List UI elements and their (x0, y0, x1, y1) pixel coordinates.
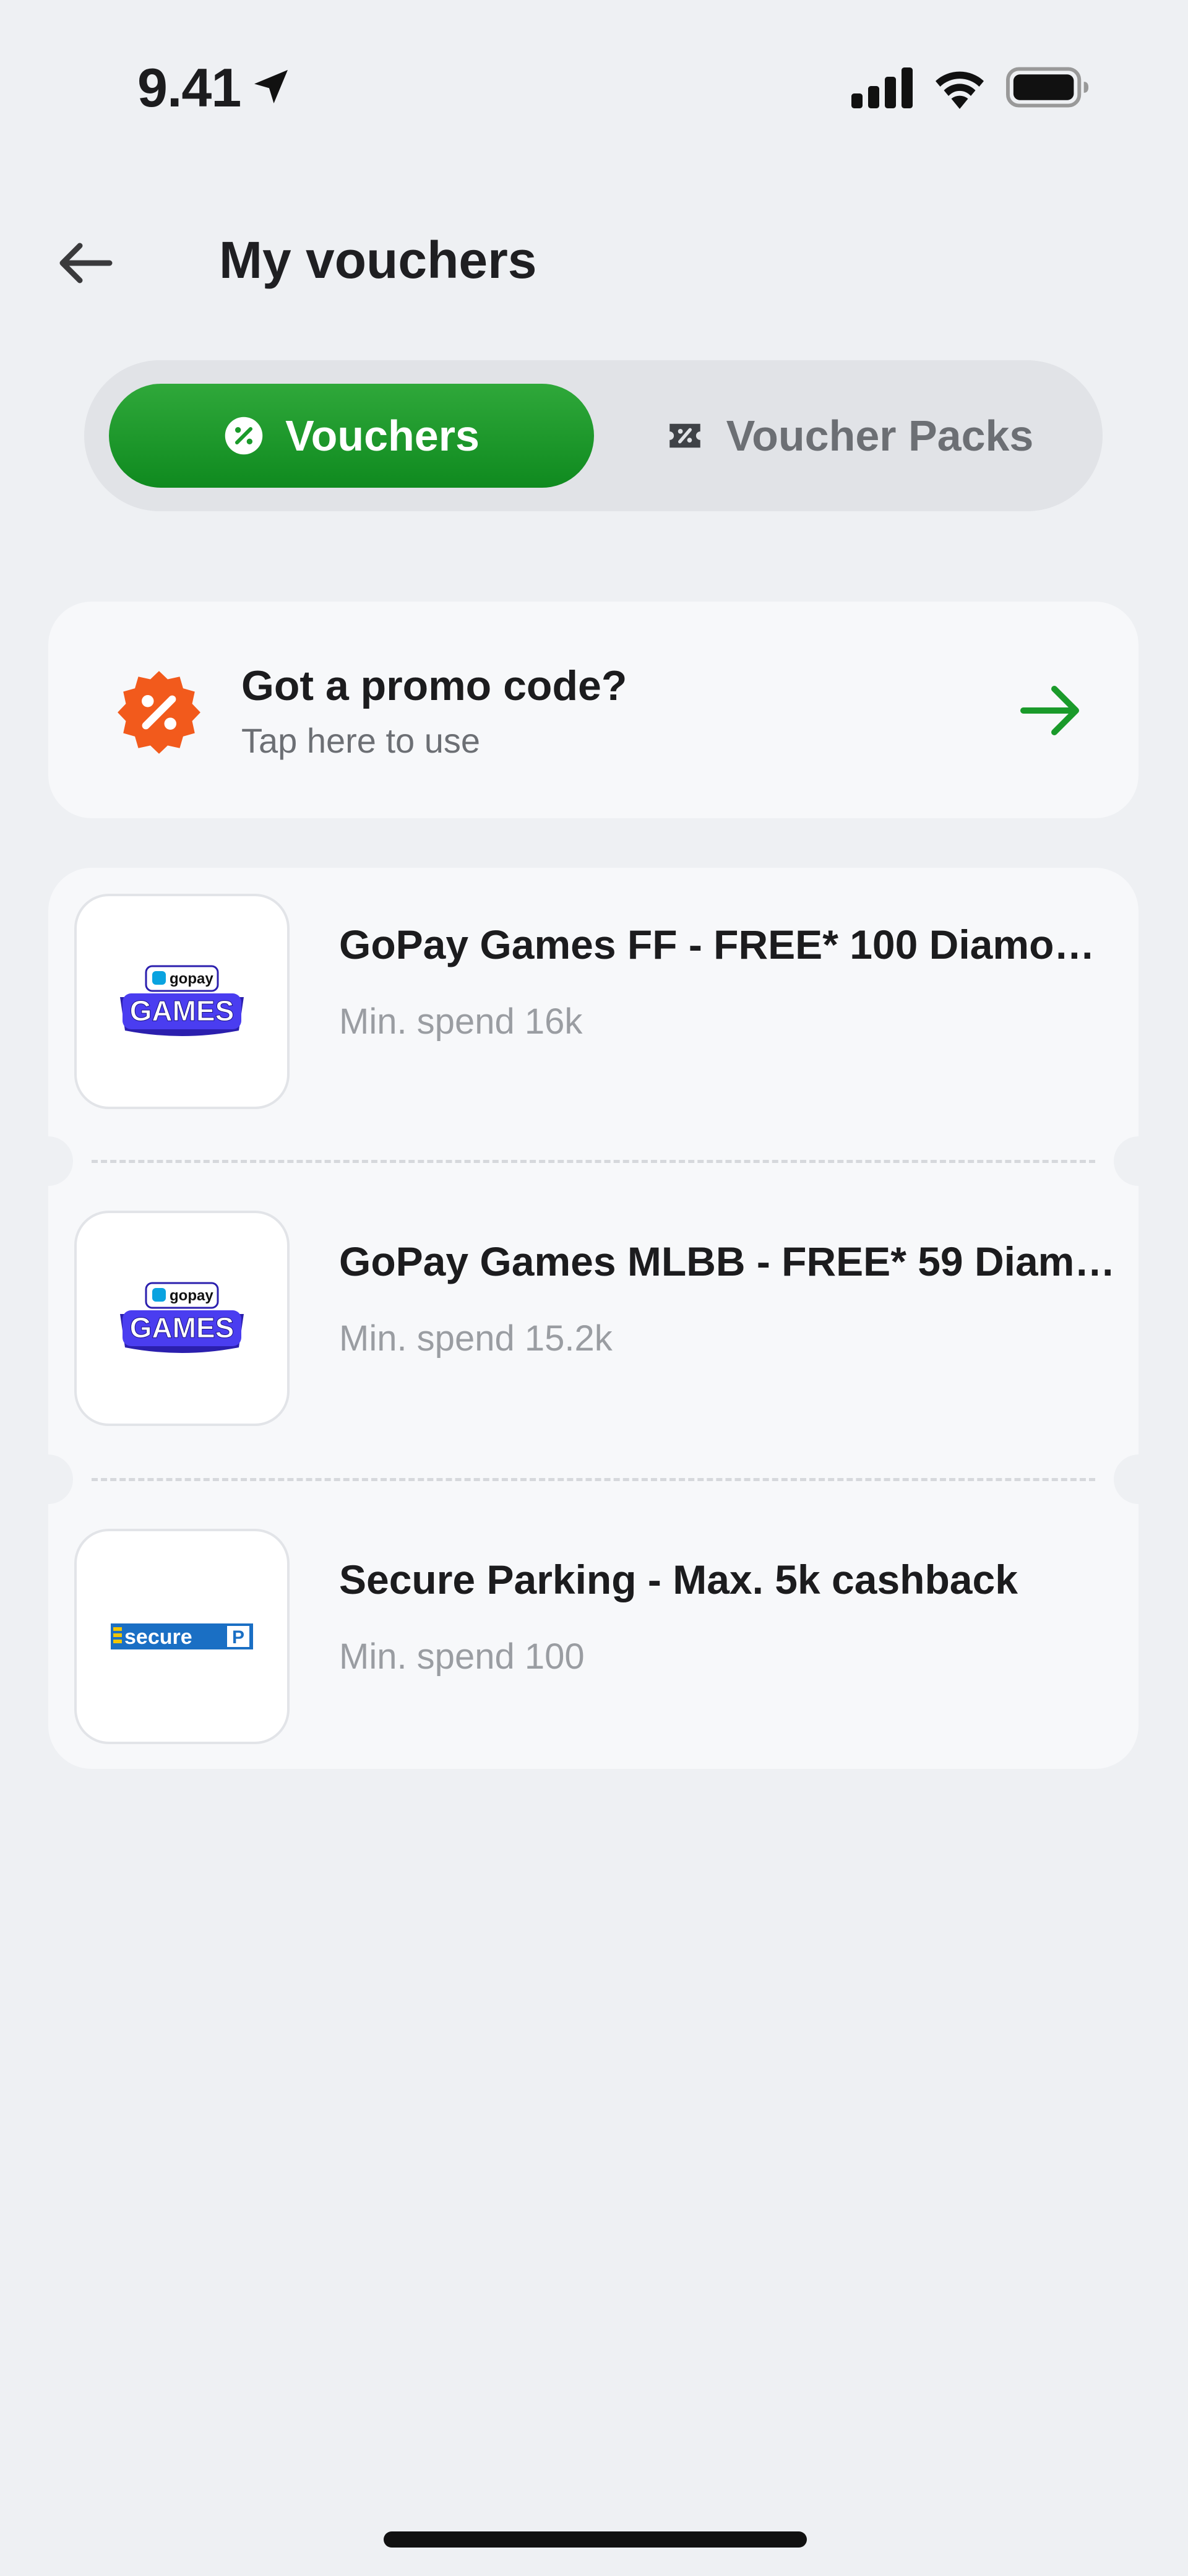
promo-subtitle: Tap here to use (241, 721, 481, 760)
ticket-notch (24, 1454, 73, 1504)
voucher-divider (92, 1160, 1095, 1163)
gopay-logo-text: gopay (170, 1287, 213, 1304)
ticket-notch (24, 1136, 73, 1186)
voucher-item[interactable]: gopay GAMES GoPay Games MLBB - FREE* 59 … (48, 1185, 1138, 1502)
ticket-percent-icon (669, 423, 700, 448)
voucher-title: Secure Parking - Max. 5k cashback (339, 1557, 1018, 1602)
secure-parking-logo: secure P (111, 1623, 253, 1649)
voucher-tabs: Vouchers Voucher Packs (84, 360, 1103, 511)
voucher-min-spend: Min. spend 16k (339, 1001, 583, 1042)
page-title: My vouchers (219, 231, 537, 289)
voucher-logo: secure P (74, 1529, 290, 1744)
gopay-logo-text: gopay (170, 970, 213, 987)
tab-vouchers-label: Vouchers (285, 412, 480, 460)
voucher-title: GoPay Games MLBB - FREE* 59 Diamonds (339, 1238, 1119, 1284)
voucher-divider (92, 1478, 1095, 1481)
status-bar: 9.41 (0, 0, 1188, 124)
gopay-games-logo: gopay GAMES (120, 1282, 244, 1353)
voucher-item[interactable]: gopay GAMES GoPay Games FF - FREE* 100 D… (48, 868, 1138, 1185)
percent-badge-icon (118, 671, 200, 754)
voucher-list: gopay GAMES GoPay Games FF - FREE* 100 D… (24, 868, 1163, 1769)
status-time: 9.41 (137, 57, 241, 118)
home-indicator[interactable] (384, 2531, 807, 2548)
arrow-right-icon (1020, 686, 1079, 735)
games-logo-text: GAMES (130, 1312, 235, 1344)
voucher-item[interactable]: secure P Secure Parking - Max. 5k cashba… (48, 1503, 1138, 1820)
promo-title: Got a promo code? (241, 662, 627, 709)
ticket-notch (1114, 1454, 1163, 1504)
arrow-left-icon (59, 243, 113, 283)
gopay-games-logo: gopay GAMES (120, 965, 244, 1036)
secure-logo-text: secure (124, 1625, 192, 1649)
promo-code-card[interactable]: Got a promo code? Tap here to use (48, 602, 1138, 818)
wifi-icon (936, 71, 984, 109)
tab-voucher-packs-label: Voucher Packs (726, 412, 1034, 460)
voucher-logo: gopay GAMES (74, 1211, 290, 1426)
tab-voucher-packs[interactable]: Voucher Packs (620, 384, 1078, 488)
location-arrow-icon (254, 70, 288, 103)
back-button[interactable] (51, 235, 119, 291)
ticket-notch (1114, 1136, 1163, 1186)
percent-badge-icon (225, 417, 263, 455)
voucher-title: GoPay Games FF - FREE* 100 Diamonds (339, 922, 1119, 967)
voucher-min-spend: Min. spend 100 (339, 1636, 585, 1677)
tab-vouchers[interactable]: Vouchers (109, 384, 594, 488)
battery-icon (1006, 67, 1089, 108)
voucher-min-spend: Min. spend 15.2k (339, 1318, 613, 1359)
voucher-logo: gopay GAMES (74, 894, 290, 1109)
parking-logo-badge: P (232, 1627, 244, 1648)
cellular-signal-icon (851, 67, 913, 108)
games-logo-text: GAMES (130, 995, 235, 1027)
